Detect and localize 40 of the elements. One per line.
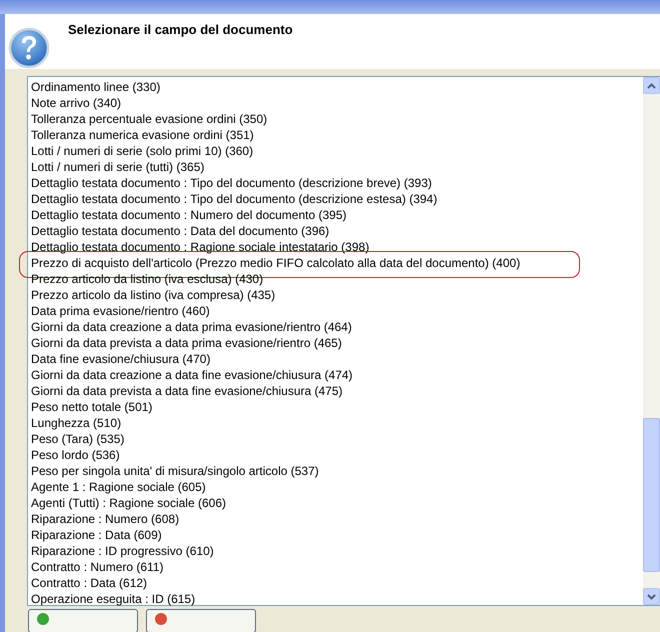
list-item[interactable]: Agente 1 : Ragione sociale (605) [31,479,206,495]
list-item[interactable]: Lunghezza (510) [31,415,122,431]
dialog-button[interactable] [28,609,138,632]
list-item[interactable]: Peso lordo (536) [31,447,120,463]
list-item[interactable]: Prezzo articolo da listino (iva compresa) (435) [31,287,276,303]
list-item[interactable]: Giorni da data prevista a data prima evasione/rientro (465) [31,335,342,351]
list-item[interactable]: Peso (Tara) (535) [31,431,124,447]
list-item[interactable]: Contratto : Data (612) [31,575,148,591]
list-item[interactable]: Prezzo di acquisto dell'articolo (Prezzo medio FIFO calcolato alla data del documento) (400) [31,255,520,271]
list-item[interactable]: Lotti / numeri di serie (tutti) (365) [31,159,204,175]
list-item[interactable]: Note arrivo (340) [31,95,122,111]
list-item[interactable]: Peso netto totale (501) [31,399,152,415]
list-item[interactable]: Dettaglio testata documento : Data del documento (396) [31,223,330,239]
list-item[interactable]: Giorni da data creazione a data fine evasione/chiusura (474) [31,367,353,383]
list-item[interactable]: Agenti (Tutti) : Ragione sociale (606) [31,495,226,511]
dialog-button[interactable] [146,609,256,632]
chevron-up-icon [647,82,656,88]
list-item[interactable]: Riparazione : Data (609) [31,527,162,543]
scroll-up-button[interactable] [643,77,660,94]
list-item[interactable]: Dettaglio testata documento : Tipo del documento (descrizione estesa) (394) [31,191,438,207]
list-item[interactable]: Contratto : Numero (611) [31,559,164,575]
scroll-down-button[interactable] [643,588,660,605]
list-item[interactable]: Dettaglio testata documento : Ragione sociale intestatario (398) [31,239,370,255]
list-item[interactable]: Data fine evasione/chiusura (470) [31,351,210,367]
list-item[interactable]: Ordinamento linee (330) [31,79,160,95]
list-item[interactable]: Giorni da data prevista a data fine evasione/chiusura (475) [31,383,343,399]
dialog-heading: Selezionare il campo del documento [68,22,293,37]
scroll-thumb[interactable] [643,418,660,572]
chevron-down-icon [647,594,656,600]
list-item[interactable]: Riparazione : ID progressivo (610) [31,543,214,559]
list-item[interactable]: Dettaglio testata documento : Numero del documento (395) [31,207,347,223]
list-item[interactable]: Tolleranza percentuale evasione ordini (350) [31,111,268,127]
list-item[interactable]: Data prima evasione/rientro (460) [31,303,210,319]
list-item[interactable]: Peso per singola unita' di misura/singolo articolo (537) [31,463,319,479]
list-item[interactable]: Lotti / numeri di serie (solo primi 10) (360) [31,143,254,159]
list-item[interactable]: Tolleranza numerica evasione ordini (351) [31,127,254,143]
list-item[interactable]: Giorni da data creazione a data prima evasione/rientro (464) [31,319,352,335]
list-item[interactable]: Operazione eseguita : ID (615) [31,591,196,607]
list-item[interactable]: Riparazione : Numero (608) [31,511,180,527]
list-item[interactable]: Dettaglio testata documento : Tipo del documento (descrizione breve) (393) [31,175,432,191]
